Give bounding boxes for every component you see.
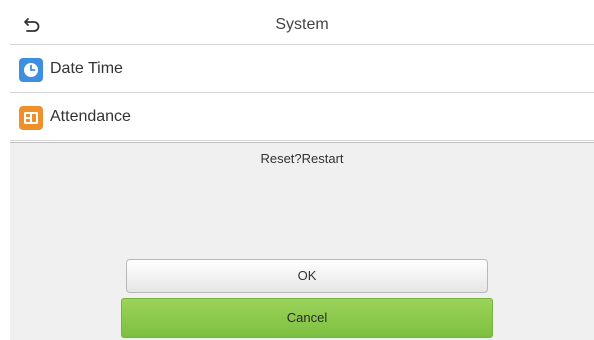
device-screen: System Date Time Attendance Reset?Restar… xyxy=(10,5,594,340)
top-bar: System xyxy=(10,5,594,45)
menu-item-label: Date Time xyxy=(50,60,123,77)
clock-icon xyxy=(19,58,43,82)
ok-button[interactable]: OK xyxy=(126,259,488,293)
page-title: System xyxy=(275,16,329,33)
confirm-dialog: Reset?Restart OK Cancel xyxy=(10,142,594,340)
cancel-button[interactable]: Cancel xyxy=(121,298,493,338)
attendance-icon xyxy=(19,106,43,130)
menu-item-label: Attendance xyxy=(50,108,131,125)
dialog-message: Reset?Restart xyxy=(260,151,344,166)
menu-item-date-time[interactable]: Date Time xyxy=(10,45,594,93)
menu-item-attendance[interactable]: Attendance xyxy=(10,93,594,141)
